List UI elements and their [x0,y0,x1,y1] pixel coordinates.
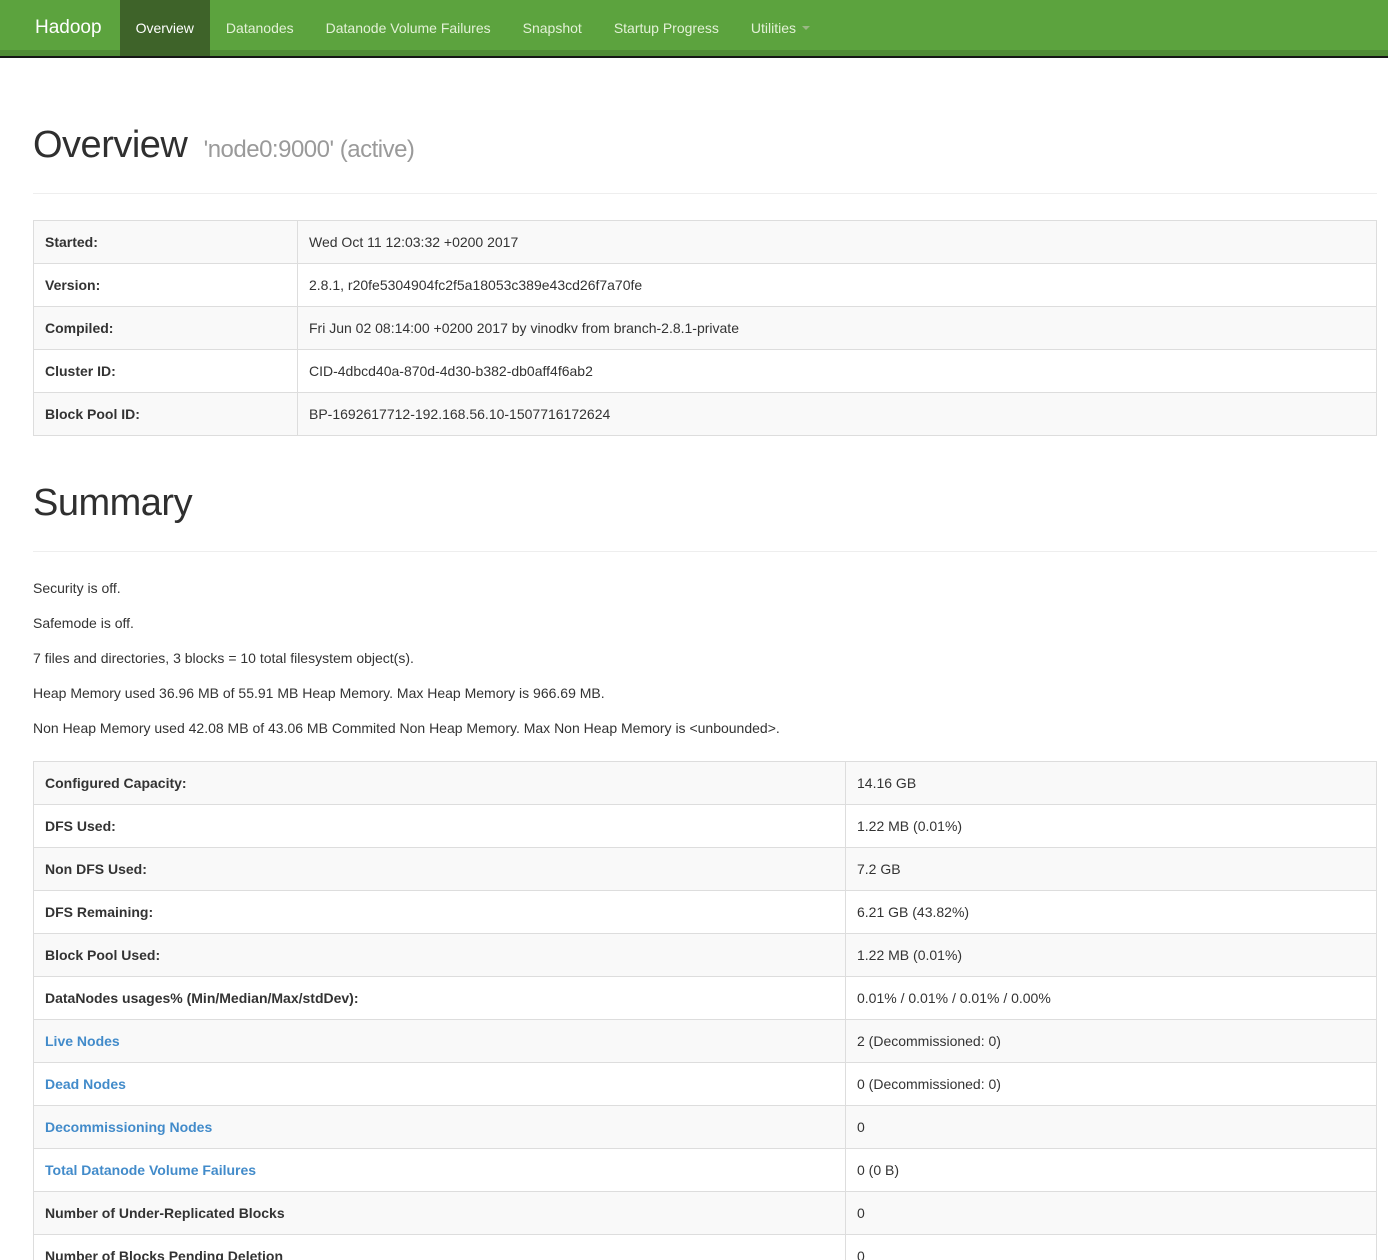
row-value: CID-4dbcd40a-870d-4d30-b382-db0aff4f6ab2 [298,350,1377,393]
table-row: Decommissioning Nodes 0 [34,1106,1377,1149]
row-value: 0 (0 B) [846,1149,1377,1192]
row-label: Total Datanode Volume Failures [34,1149,846,1192]
filesystem-objects-text: 7 files and directories, 3 blocks = 10 t… [33,648,1377,668]
live-nodes-link[interactable]: Live Nodes [45,1033,120,1049]
table-row: Cluster ID: CID-4dbcd40a-870d-4d30-b382-… [34,350,1377,393]
row-label: DFS Remaining: [34,891,846,934]
row-label: Live Nodes [34,1020,846,1063]
row-value: 14.16 GB [846,762,1377,805]
table-row: Non DFS Used: 7.2 GB [34,848,1377,891]
row-value: 7.2 GB [846,848,1377,891]
table-row: Version: 2.8.1, r20fe5304904fc2f5a18053c… [34,264,1377,307]
table-row: Block Pool Used: 1.22 MB (0.01%) [34,934,1377,977]
row-label: Started: [34,221,298,264]
page-title-text: Overview [33,124,187,166]
nav-item-datanode-volume-failures[interactable]: Datanode Volume Failures [310,0,507,56]
nav-item-overview[interactable]: Overview [120,0,210,56]
row-value: 0 [846,1235,1377,1260]
top-navbar: Hadoop Overview Datanodes Datanode Volum… [0,0,1388,58]
row-label: Number of Under-Replicated Blocks [34,1192,846,1235]
row-label: DataNodes usages% (Min/Median/Max/stdDev… [34,977,846,1020]
row-label: Block Pool ID: [34,393,298,436]
summary-table: Configured Capacity: 14.16 GB DFS Used: … [33,761,1377,1260]
title-divider [33,193,1377,194]
row-value: 2 (Decommissioned: 0) [846,1020,1377,1063]
page-title: Overview 'node0:9000' (active) [33,124,1377,167]
table-row: Block Pool ID: BP-1692617712-192.168.56.… [34,393,1377,436]
nav-item-startup-progress[interactable]: Startup Progress [598,0,735,56]
summary-paragraphs: Security is off. Safemode is off. 7 file… [33,578,1377,738]
row-label: Cluster ID: [34,350,298,393]
caret-down-icon [802,26,810,30]
overview-info-table: Started: Wed Oct 11 12:03:32 +0200 2017 … [33,220,1377,436]
table-row: Number of Under-Replicated Blocks 0 [34,1192,1377,1235]
row-value: Wed Oct 11 12:03:32 +0200 2017 [298,221,1377,264]
table-row: DFS Used: 1.22 MB (0.01%) [34,805,1377,848]
hadoop-brand[interactable]: Hadoop [0,0,120,56]
safemode-status-text: Safemode is off. [33,613,1377,633]
row-label: Decommissioning Nodes [34,1106,846,1149]
table-row: Dead Nodes 0 (Decommissioned: 0) [34,1063,1377,1106]
table-row: Live Nodes 2 (Decommissioned: 0) [34,1020,1377,1063]
row-label: Configured Capacity: [34,762,846,805]
security-status-text: Security is off. [33,578,1377,598]
table-row: DFS Remaining: 6.21 GB (43.82%) [34,891,1377,934]
row-value: 0 [846,1106,1377,1149]
row-value: 0 [846,1192,1377,1235]
row-value: 0.01% / 0.01% / 0.01% / 0.00% [846,977,1377,1020]
row-label: Number of Blocks Pending Deletion [34,1235,846,1260]
row-value: Fri Jun 02 08:14:00 +0200 2017 by vinodk… [298,307,1377,350]
table-row: DataNodes usages% (Min/Median/Max/stdDev… [34,977,1377,1020]
row-label: Dead Nodes [34,1063,846,1106]
row-value: 0 (Decommissioned: 0) [846,1063,1377,1106]
row-label: Compiled: [34,307,298,350]
main-content: Overview 'node0:9000' (active) Started: … [0,124,1388,1260]
summary-divider [33,551,1377,552]
heap-memory-text: Heap Memory used 36.96 MB of 55.91 MB He… [33,683,1377,703]
table-row: Started: Wed Oct 11 12:03:32 +0200 2017 [34,221,1377,264]
row-value: 6.21 GB (43.82%) [846,891,1377,934]
dead-nodes-link[interactable]: Dead Nodes [45,1076,126,1092]
row-value: 1.22 MB (0.01%) [846,934,1377,977]
nav-item-utilities-dropdown[interactable]: Utilities [735,0,826,56]
table-row: Compiled: Fri Jun 02 08:14:00 +0200 2017… [34,307,1377,350]
row-label: Non DFS Used: [34,848,846,891]
row-value: 2.8.1, r20fe5304904fc2f5a18053c389e43cd2… [298,264,1377,307]
row-value: BP-1692617712-192.168.56.10-150771617262… [298,393,1377,436]
decommissioning-nodes-link[interactable]: Decommissioning Nodes [45,1119,212,1135]
total-datanode-volume-failures-link[interactable]: Total Datanode Volume Failures [45,1162,256,1178]
row-value: 1.22 MB (0.01%) [846,805,1377,848]
nav-item-snapshot[interactable]: Snapshot [507,0,598,56]
table-row: Number of Blocks Pending Deletion 0 [34,1235,1377,1260]
nav-item-datanodes[interactable]: Datanodes [210,0,310,56]
page-title-subtitle: 'node0:9000' (active) [197,136,414,163]
table-row: Total Datanode Volume Failures 0 (0 B) [34,1149,1377,1192]
row-label: Version: [34,264,298,307]
summary-title: Summary [33,482,1377,525]
non-heap-memory-text: Non Heap Memory used 42.08 MB of 43.06 M… [33,718,1377,738]
row-label: DFS Used: [34,805,846,848]
table-row: Configured Capacity: 14.16 GB [34,762,1377,805]
row-label: Block Pool Used: [34,934,846,977]
nav-item-utilities-label: Utilities [751,20,796,36]
